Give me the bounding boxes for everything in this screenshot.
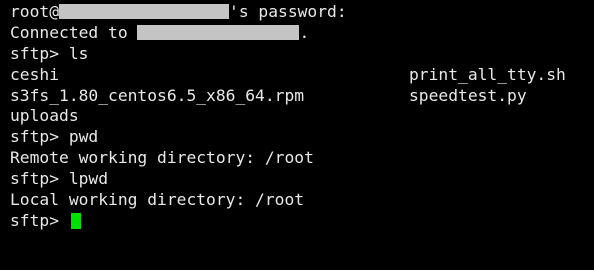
- redacted-hostname: [137, 24, 300, 40]
- password-prompt-suffix: 's password:: [229, 2, 347, 21]
- ls-entry: print_all_tty.sh: [409, 64, 566, 84]
- ls-output-row: uploads: [10, 106, 594, 127]
- password-prompt-user: root@: [10, 2, 60, 21]
- connected-suffix: .: [299, 22, 310, 42]
- ls-entry: speedtest.py: [409, 85, 527, 105]
- ls-entry: uploads: [10, 106, 79, 126]
- text-cursor[interactable]: [70, 212, 81, 229]
- ls-output-row: s3fs_1.80_centos6.5_x86_64.rpm speedtest.…: [10, 86, 594, 107]
- ls-entry: s3fs_1.80_centos6.5_x86_64.rpm: [10, 85, 305, 105]
- command-line-pwd: sftp> pwd: [10, 127, 99, 147]
- command-line-ls: sftp> ls: [10, 43, 89, 63]
- connected-prefix: Connected to: [10, 22, 138, 42]
- connected-line: Connected to .: [10, 23, 594, 44]
- command-line-lpwd: sftp> lpwd: [10, 169, 109, 189]
- active-prompt-line[interactable]: sftp>: [10, 211, 594, 232]
- ls-entry: ceshi: [10, 64, 60, 84]
- redacted-hostname: [59, 4, 230, 19]
- ls-output-row: ceshi print_all_tty.sh: [10, 65, 594, 86]
- password-prompt-line: root@ 's password:: [10, 2, 594, 23]
- lpwd-output: Local working directory: /root: [10, 190, 305, 210]
- terminal-window[interactable]: root@ 's password: Connected to . sftp> l…: [0, 0, 594, 270]
- pwd-output: Remote working directory: /root: [10, 148, 314, 168]
- sftp-prompt: sftp>: [10, 210, 69, 230]
